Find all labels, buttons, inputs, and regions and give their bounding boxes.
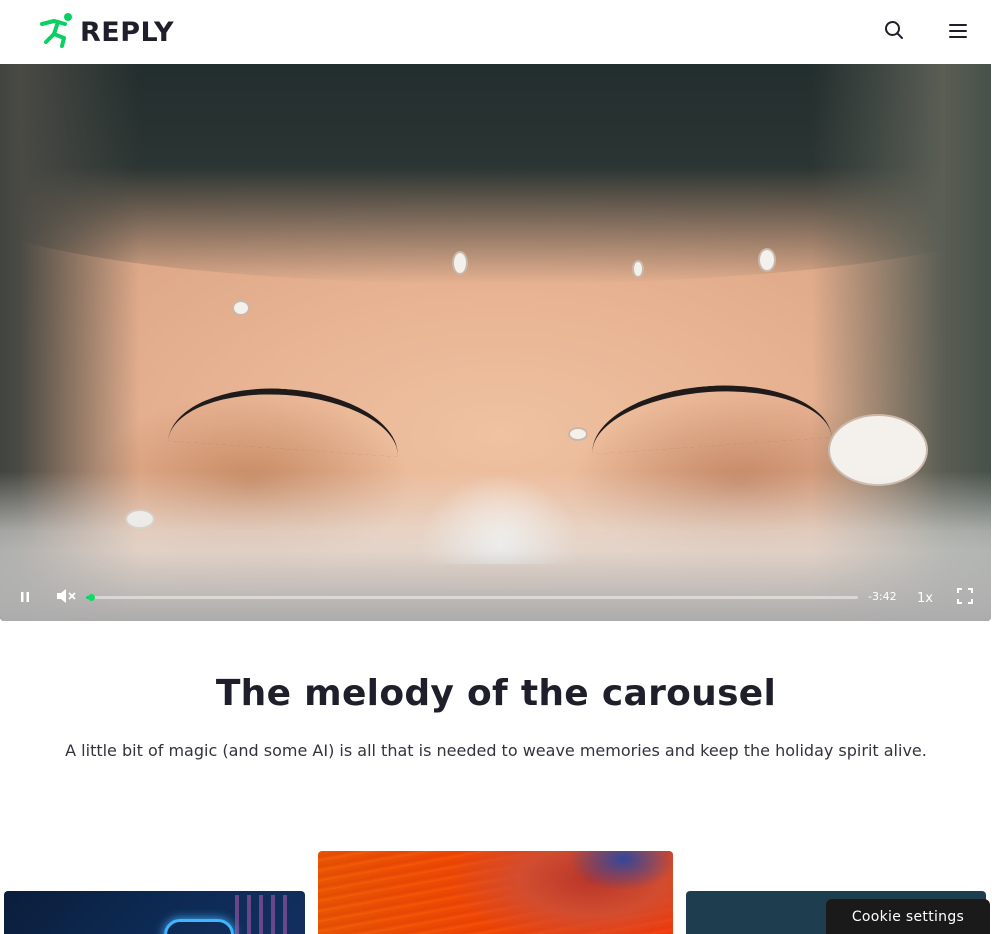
video-frame-drop xyxy=(452,251,468,275)
card-image-lights xyxy=(235,895,295,934)
cookie-settings-button[interactable]: Cookie settings xyxy=(826,899,990,934)
video-frame-drop xyxy=(758,248,776,272)
volume-muted-icon xyxy=(56,588,76,608)
site-header: REPLY xyxy=(0,0,992,64)
runner-logo-icon xyxy=(38,12,76,52)
hamburger-menu-icon xyxy=(949,23,967,42)
video-controls: -3:42 1x xyxy=(0,551,991,621)
video-frame-drop xyxy=(632,260,644,278)
logo-text: REPLY xyxy=(80,16,175,48)
carousel-card-1[interactable] xyxy=(4,891,305,934)
hero-video[interactable]: -3:42 1x xyxy=(0,64,991,621)
search-icon xyxy=(884,20,904,44)
time-remaining: -3:42 xyxy=(868,590,897,603)
card-image-shade xyxy=(568,851,673,891)
playback-speed-button[interactable]: 1x xyxy=(912,585,938,611)
pause-button[interactable] xyxy=(12,585,38,611)
card-image-neon xyxy=(164,919,234,934)
reply-logo[interactable]: REPLY xyxy=(38,12,175,52)
video-frame-drop xyxy=(568,427,588,441)
search-button[interactable] xyxy=(878,16,910,48)
video-progress-thumb[interactable] xyxy=(87,594,95,601)
menu-button[interactable] xyxy=(942,16,974,48)
video-progress-bar[interactable] xyxy=(86,594,858,601)
video-frame-right-eye xyxy=(588,377,832,455)
video-frame-left-eye xyxy=(168,381,402,457)
carousel-card-2[interactable] xyxy=(318,851,673,934)
fullscreen-button[interactable] xyxy=(952,585,978,611)
mute-button[interactable] xyxy=(52,585,80,611)
page-subtitle: A little bit of magic (and some AI) is a… xyxy=(65,741,927,760)
video-frame-drop xyxy=(232,300,250,316)
pause-icon xyxy=(18,589,32,608)
page-title: The melody of the carousel xyxy=(215,673,777,714)
fullscreen-icon xyxy=(957,588,973,608)
